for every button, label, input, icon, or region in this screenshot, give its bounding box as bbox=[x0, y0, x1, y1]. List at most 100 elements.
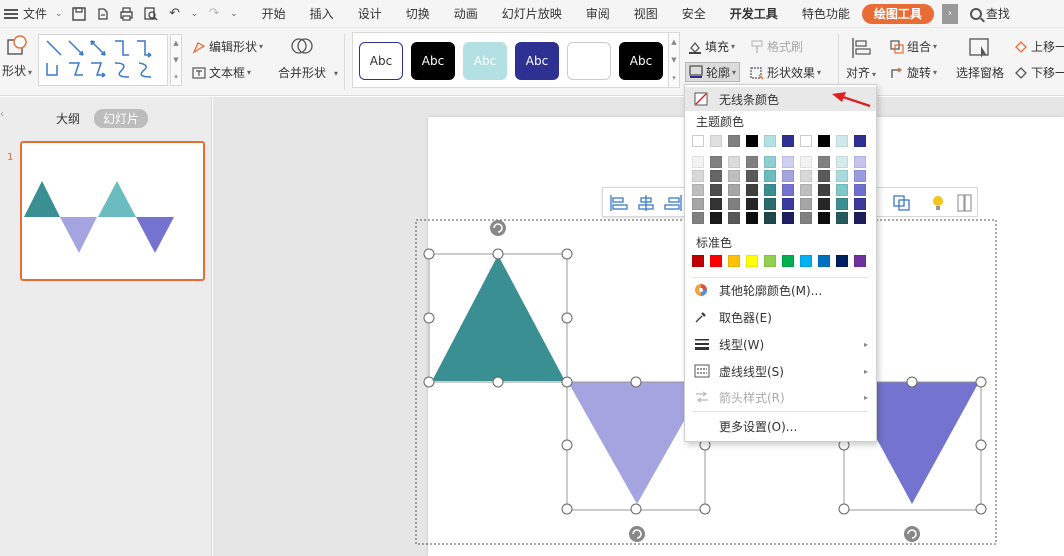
theme-shade-swatch[interactable] bbox=[728, 184, 740, 196]
theme-color-swatch[interactable] bbox=[692, 135, 704, 147]
theme-shade-swatch[interactable] bbox=[818, 156, 830, 168]
theme-shade-swatch[interactable] bbox=[764, 156, 776, 168]
rotate-handle-icon[interactable] bbox=[629, 526, 645, 542]
standard-color-swatch[interactable] bbox=[836, 255, 848, 267]
theme-shade-swatch[interactable] bbox=[746, 212, 758, 224]
theme-shade-swatch[interactable] bbox=[818, 184, 830, 196]
theme-shade-swatch[interactable] bbox=[854, 198, 866, 210]
resize-handle[interactable] bbox=[906, 376, 918, 388]
resize-handle[interactable] bbox=[975, 376, 987, 388]
theme-shade-swatch[interactable] bbox=[764, 184, 776, 196]
theme-shade-swatch[interactable] bbox=[710, 156, 722, 168]
theme-shade-swatch[interactable] bbox=[818, 170, 830, 182]
more-settings-item[interactable]: 更多设置(O)... bbox=[685, 414, 876, 438]
resize-handle[interactable] bbox=[492, 248, 504, 260]
theme-shade-swatch[interactable] bbox=[764, 198, 776, 210]
theme-color-swatch[interactable] bbox=[854, 135, 866, 147]
theme-shade-swatch[interactable] bbox=[800, 156, 812, 168]
align-tools-icons[interactable] bbox=[603, 188, 693, 218]
standard-color-swatch[interactable] bbox=[854, 255, 866, 267]
theme-shade-swatch[interactable] bbox=[800, 212, 812, 224]
theme-shade-swatch[interactable] bbox=[692, 184, 704, 196]
rotate-handle-icon[interactable] bbox=[490, 220, 506, 236]
resize-handle[interactable] bbox=[561, 248, 573, 260]
theme-shade-swatch[interactable] bbox=[746, 156, 758, 168]
standard-color-swatch[interactable] bbox=[818, 255, 830, 267]
theme-shade-swatch[interactable] bbox=[836, 198, 848, 210]
standard-color-swatch[interactable] bbox=[746, 255, 758, 267]
resize-handle[interactable] bbox=[630, 503, 642, 515]
theme-shade-swatch[interactable] bbox=[728, 170, 740, 182]
theme-shade-swatch[interactable] bbox=[854, 184, 866, 196]
resize-handle[interactable] bbox=[975, 439, 987, 451]
resize-handle[interactable] bbox=[699, 503, 711, 515]
resize-handle[interactable] bbox=[423, 376, 435, 388]
theme-shade-swatch[interactable] bbox=[782, 156, 794, 168]
theme-shade-swatch[interactable] bbox=[728, 198, 740, 210]
resize-handle[interactable] bbox=[423, 312, 435, 324]
theme-shade-swatch[interactable] bbox=[800, 198, 812, 210]
resize-handle[interactable] bbox=[561, 312, 573, 324]
theme-shade-swatch[interactable] bbox=[800, 170, 812, 182]
standard-color-swatch[interactable] bbox=[800, 255, 812, 267]
theme-shade-swatch[interactable] bbox=[692, 156, 704, 168]
eyedropper-item[interactable]: 取色器(E) bbox=[685, 305, 876, 329]
resize-handle[interactable] bbox=[975, 503, 987, 515]
rotate-handle-icon[interactable] bbox=[904, 526, 920, 542]
teal-triangle[interactable] bbox=[432, 255, 565, 381]
standard-color-swatch[interactable] bbox=[782, 255, 794, 267]
theme-shade-swatch[interactable] bbox=[692, 170, 704, 182]
theme-shade-swatch[interactable] bbox=[836, 184, 848, 196]
standard-color-swatch[interactable] bbox=[764, 255, 776, 267]
arrow-style-item[interactable]: 箭头样式(R) ▸ bbox=[685, 385, 876, 409]
theme-color-swatch[interactable] bbox=[764, 135, 776, 147]
theme-shade-swatch[interactable] bbox=[764, 170, 776, 182]
resize-handle[interactable] bbox=[561, 376, 573, 388]
theme-shade-swatch[interactable] bbox=[836, 156, 848, 168]
standard-color-swatch[interactable] bbox=[728, 255, 740, 267]
resize-handle[interactable] bbox=[492, 376, 504, 388]
more-outline-colors-item[interactable]: 其他轮廓颜色(M)... bbox=[685, 278, 876, 302]
theme-color-swatch[interactable] bbox=[746, 135, 758, 147]
theme-shade-swatch[interactable] bbox=[710, 184, 722, 196]
theme-shade-swatch[interactable] bbox=[746, 170, 758, 182]
resize-handle[interactable] bbox=[630, 376, 642, 388]
resize-handle[interactable] bbox=[561, 503, 573, 515]
theme-shade-swatch[interactable] bbox=[692, 198, 704, 210]
theme-shade-swatch[interactable] bbox=[710, 198, 722, 210]
theme-shade-swatch[interactable] bbox=[854, 170, 866, 182]
standard-color-swatch[interactable] bbox=[710, 255, 722, 267]
theme-shade-swatch[interactable] bbox=[836, 212, 848, 224]
theme-color-swatch[interactable] bbox=[800, 135, 812, 147]
theme-shade-swatch[interactable] bbox=[782, 198, 794, 210]
theme-shade-swatch[interactable] bbox=[782, 184, 794, 196]
theme-shade-swatch[interactable] bbox=[854, 212, 866, 224]
theme-shade-swatch[interactable] bbox=[764, 212, 776, 224]
resize-handle[interactable] bbox=[423, 248, 435, 260]
theme-shade-swatch[interactable] bbox=[728, 156, 740, 168]
theme-shade-swatch[interactable] bbox=[692, 212, 704, 224]
theme-shade-swatch[interactable] bbox=[746, 184, 758, 196]
standard-color-swatch[interactable] bbox=[692, 255, 704, 267]
theme-shade-swatch[interactable] bbox=[818, 198, 830, 210]
theme-color-swatch[interactable] bbox=[782, 135, 794, 147]
theme-color-swatch[interactable] bbox=[836, 135, 848, 147]
theme-shade-swatch[interactable] bbox=[782, 212, 794, 224]
theme-color-swatch[interactable] bbox=[710, 135, 722, 147]
theme-shade-swatch[interactable] bbox=[836, 170, 848, 182]
line-type-item[interactable]: 线型(W) ▸ bbox=[685, 332, 876, 356]
toolbar-extra-icons[interactable] bbox=[876, 188, 978, 218]
theme-shade-swatch[interactable] bbox=[728, 212, 740, 224]
theme-color-swatch[interactable] bbox=[818, 135, 830, 147]
theme-shade-swatch[interactable] bbox=[782, 170, 794, 182]
theme-color-swatch[interactable] bbox=[728, 135, 740, 147]
theme-shade-swatch[interactable] bbox=[854, 156, 866, 168]
resize-handle[interactable] bbox=[561, 439, 573, 451]
theme-shade-swatch[interactable] bbox=[710, 212, 722, 224]
theme-shade-swatch[interactable] bbox=[800, 184, 812, 196]
theme-shade-swatch[interactable] bbox=[818, 212, 830, 224]
theme-shade-swatch[interactable] bbox=[746, 198, 758, 210]
resize-handle[interactable] bbox=[838, 503, 850, 515]
dash-type-item[interactable]: 虚线线型(S) ▸ bbox=[685, 359, 876, 383]
theme-shade-swatch[interactable] bbox=[710, 170, 722, 182]
